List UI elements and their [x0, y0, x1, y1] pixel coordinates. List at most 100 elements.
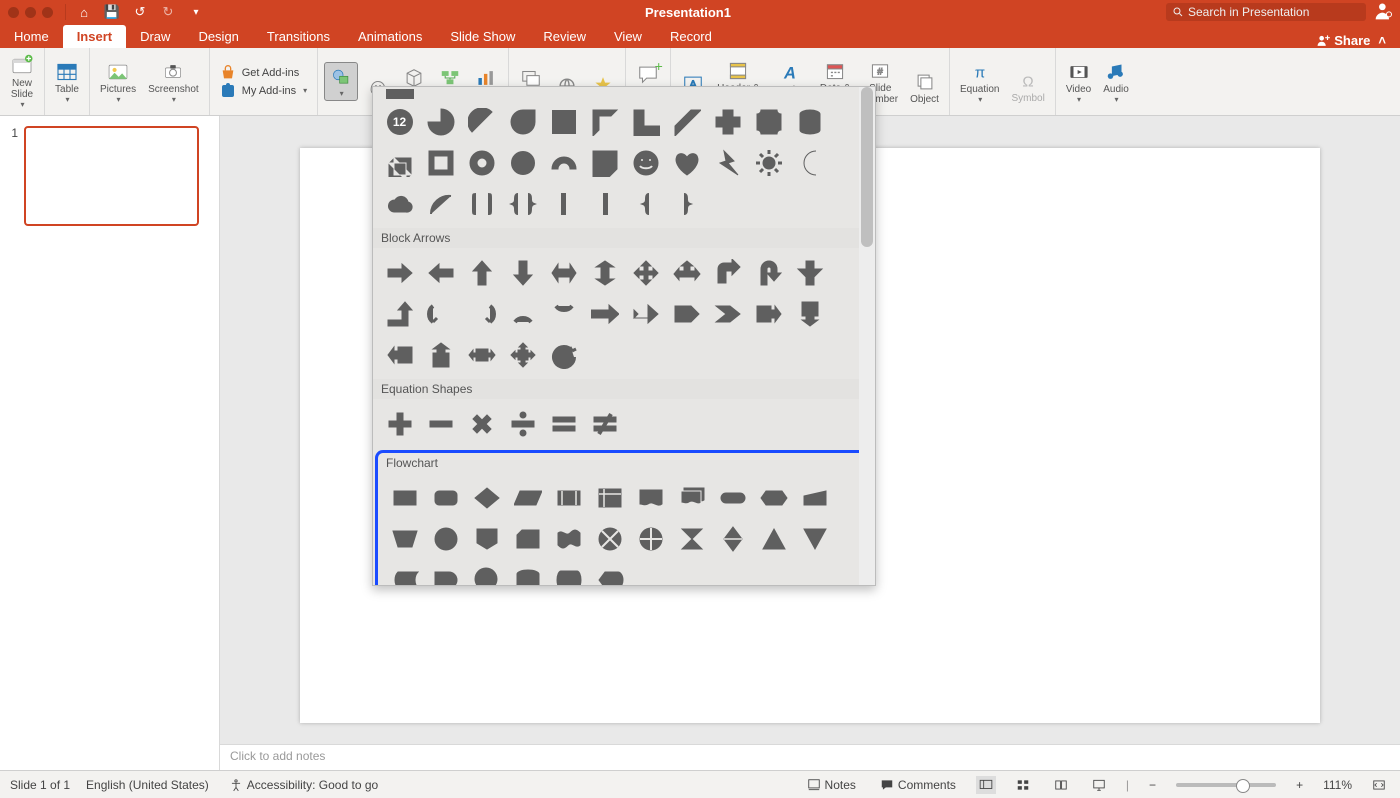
fc-manual-input[interactable]: [794, 477, 835, 518]
fc-sequential-storage[interactable]: [466, 559, 507, 585]
shapes-button[interactable]: ▾: [324, 62, 358, 101]
arrow-left-callout[interactable]: [379, 334, 420, 375]
arrow-curved-down[interactable]: [543, 293, 584, 334]
eq-multiply[interactable]: [461, 403, 502, 444]
view-reading-button[interactable]: [1050, 776, 1072, 794]
arrow-circular[interactable]: [543, 334, 584, 375]
shape-cube[interactable]: [379, 142, 420, 183]
fc-display[interactable]: [589, 559, 630, 585]
tab-insert[interactable]: Insert: [63, 25, 126, 48]
zoom-slider[interactable]: [1176, 783, 1276, 787]
arrow-lr-callout[interactable]: [461, 334, 502, 375]
arrow-quad-callout[interactable]: [502, 334, 543, 375]
eq-not-equal[interactable]: [584, 403, 625, 444]
shape-right-brace[interactable]: [666, 183, 707, 224]
status-notes-button[interactable]: Notes: [803, 776, 860, 794]
zoom-in-button[interactable]: +: [1292, 776, 1307, 794]
view-normal-button[interactable]: [976, 776, 996, 794]
pictures-button[interactable]: Pictures ▾: [96, 58, 140, 106]
get-addins-button[interactable]: Get Add-ins: [220, 65, 307, 81]
arrow-left[interactable]: [420, 252, 461, 293]
shape-double-brace[interactable]: [502, 183, 543, 224]
shape-block-arc[interactable]: [543, 142, 584, 183]
shape-bevel[interactable]: [420, 142, 461, 183]
fc-decision[interactable]: [466, 477, 507, 518]
shape-cross[interactable]: [707, 101, 748, 142]
tab-record[interactable]: Record: [656, 25, 726, 48]
shape-donut[interactable]: [461, 142, 502, 183]
search-input[interactable]: Search in Presentation: [1166, 3, 1366, 21]
fc-connector[interactable]: [425, 518, 466, 559]
shape-diagonal-stripe[interactable]: [666, 101, 707, 142]
arrow-notched-right[interactable]: [625, 293, 666, 334]
arrow-curved-up[interactable]: [502, 293, 543, 334]
tab-slideshow[interactable]: Slide Show: [436, 25, 529, 48]
arrow-pentagon[interactable]: [666, 293, 707, 334]
shape-left-brace[interactable]: [625, 183, 666, 224]
tab-transitions[interactable]: Transitions: [253, 25, 344, 48]
arrow-left-right-up[interactable]: [666, 252, 707, 293]
fc-extract[interactable]: [753, 518, 794, 559]
fc-manual-operation[interactable]: [384, 518, 425, 559]
notes-field[interactable]: Click to add notes: [220, 744, 1400, 770]
shape-folded-corner[interactable]: [584, 142, 625, 183]
shape-arc[interactable]: [420, 183, 461, 224]
view-slideshow-button[interactable]: [1088, 776, 1110, 794]
collapse-ribbon-icon[interactable]: ˄: [1378, 33, 1386, 48]
arrow-left-up[interactable]: [789, 252, 830, 293]
shape-pie[interactable]: [420, 101, 461, 142]
zoom-percent[interactable]: 111%: [1323, 778, 1352, 792]
fc-sort[interactable]: [712, 518, 753, 559]
shape-frame[interactable]: [543, 101, 584, 142]
tab-home[interactable]: Home: [0, 25, 63, 48]
fc-stored-data[interactable]: [384, 559, 425, 585]
arrow-bent-up[interactable]: [379, 293, 420, 334]
arrow-striped-right[interactable]: [584, 293, 625, 334]
shape-sun[interactable]: [748, 142, 789, 183]
fc-internal-storage[interactable]: [589, 477, 630, 518]
shape-left-bracket[interactable]: [543, 183, 584, 224]
table-button[interactable]: Table ▾: [51, 58, 83, 106]
shape-l-shape[interactable]: [625, 101, 666, 142]
shape-double-bracket[interactable]: [461, 183, 502, 224]
save-icon[interactable]: 💾: [98, 4, 126, 20]
eq-equal[interactable]: [543, 403, 584, 444]
shapes-dropdown[interactable]: 12 Block Arrows: [372, 86, 876, 586]
share-button[interactable]: Share: [1317, 33, 1371, 48]
arrow-up-down[interactable]: [584, 252, 625, 293]
arrow-down-callout[interactable]: [789, 293, 830, 334]
redo-icon[interactable]: ↻: [154, 4, 182, 20]
video-button[interactable]: Video▾: [1062, 58, 1095, 106]
new-slide-button[interactable]: New Slide ▾: [6, 52, 38, 111]
shape-smiley[interactable]: [625, 142, 666, 183]
shape-chord[interactable]: [461, 101, 502, 142]
status-language[interactable]: English (United States): [86, 778, 209, 792]
fc-direct-access[interactable]: [548, 559, 589, 585]
shape-recent-badge[interactable]: 12: [379, 101, 420, 142]
fc-delay[interactable]: [425, 559, 466, 585]
my-addins-button[interactable]: My Add-ins ▾: [220, 83, 307, 99]
object-button[interactable]: Object: [906, 68, 943, 107]
account-icon[interactable]: [1374, 1, 1394, 24]
arrow-up[interactable]: [461, 252, 502, 293]
arrow-down[interactable]: [502, 252, 543, 293]
fc-data[interactable]: [507, 477, 548, 518]
shape-no-symbol[interactable]: [502, 142, 543, 183]
tab-design[interactable]: Design: [184, 25, 252, 48]
eq-divide[interactable]: [502, 403, 543, 444]
arrow-curved-right[interactable]: [420, 293, 461, 334]
arrow-uturn[interactable]: [748, 252, 789, 293]
fc-summing-junction[interactable]: [589, 518, 630, 559]
shape-moon[interactable]: [789, 142, 830, 183]
home-icon[interactable]: ⌂: [70, 5, 98, 20]
fc-multi-document[interactable]: [671, 477, 712, 518]
minimize-dot[interactable]: [25, 7, 36, 18]
qat-more-icon[interactable]: ▾: [182, 7, 210, 18]
audio-button[interactable]: Audio▾: [1099, 58, 1133, 106]
arrow-quad[interactable]: [625, 252, 666, 293]
zoom-dot[interactable]: [42, 7, 53, 18]
screenshot-button[interactable]: Screenshot ▾: [144, 58, 203, 106]
fc-merge[interactable]: [794, 518, 835, 559]
fit-to-window-button[interactable]: [1368, 776, 1390, 794]
fc-card[interactable]: [507, 518, 548, 559]
